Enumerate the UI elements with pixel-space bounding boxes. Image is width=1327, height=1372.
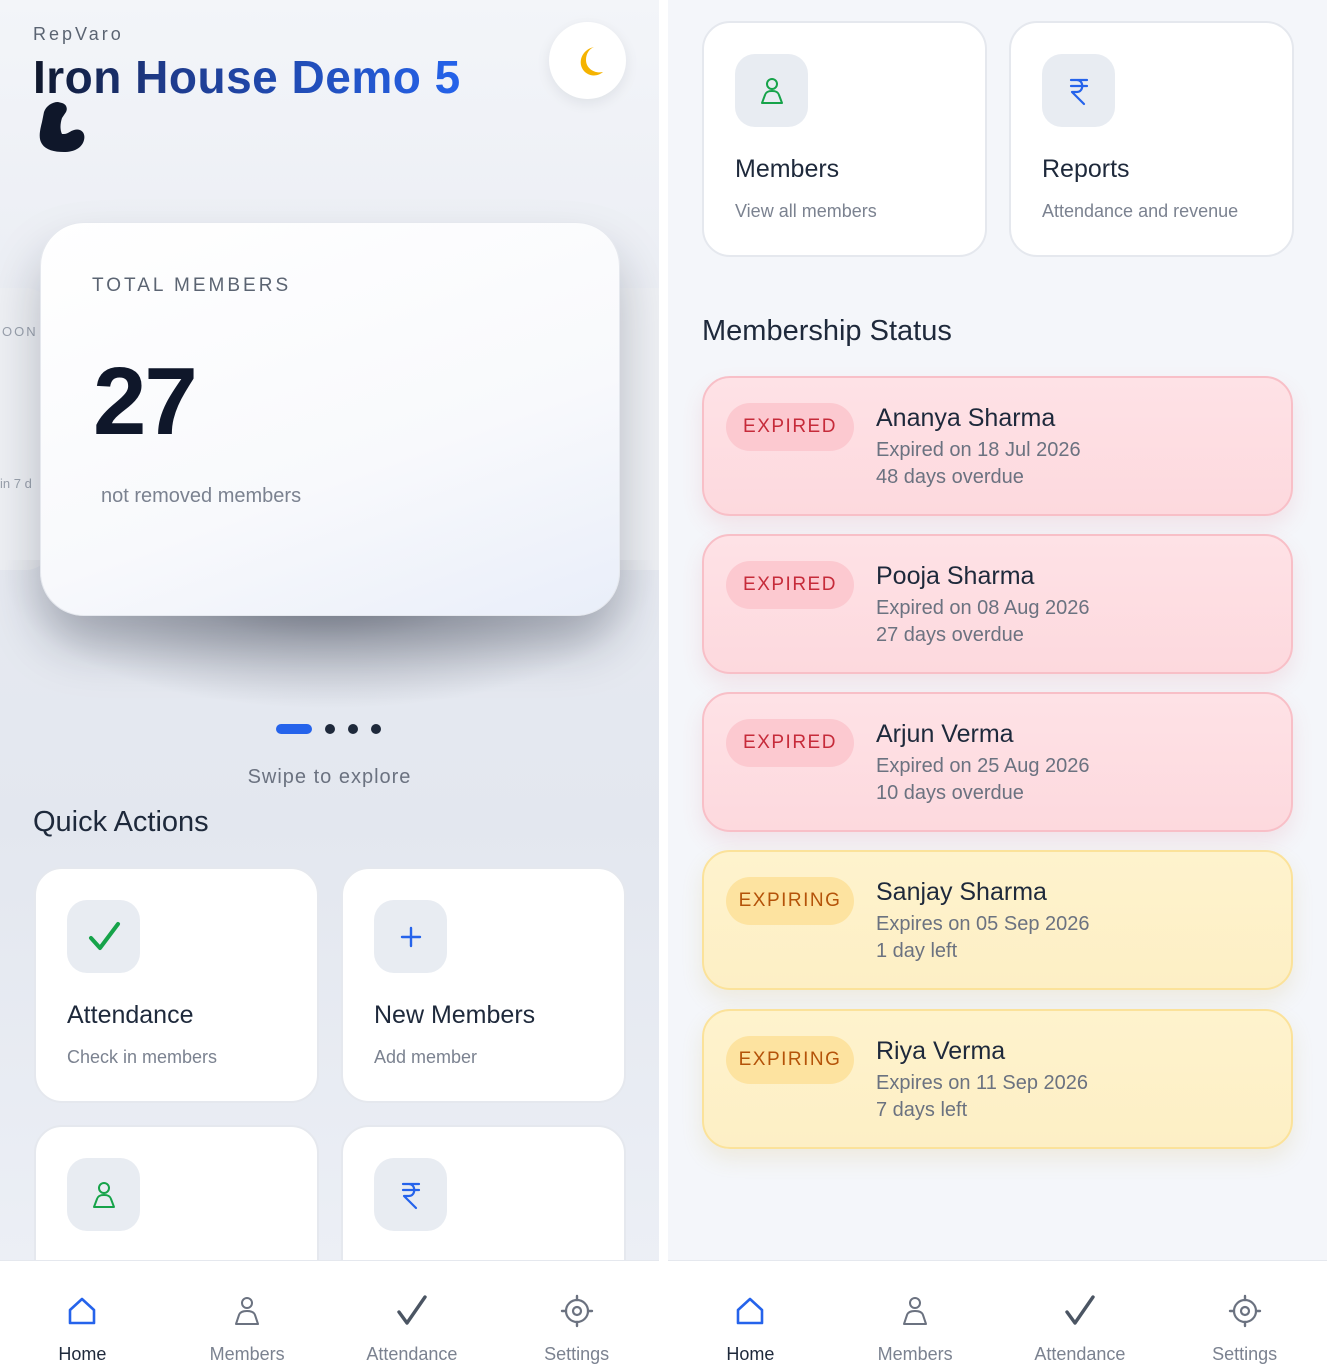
member-icon [760,77,783,104]
action-subtitle: Check in members [67,1047,218,1067]
carousel-dot-4[interactable] [371,724,381,734]
days-remaining: 48 days overdue [876,466,1024,488]
home-icon [62,1291,102,1331]
nav-label: Attendance [366,1344,458,1364]
action-icon-box [374,1158,447,1231]
nav-label: Settings [544,1344,610,1364]
membership-status-card[interactable]: EXPIRED Pooja Sharma Expired on 08 Aug 2… [702,534,1293,674]
days-remaining: 7 days left [876,1099,968,1121]
nav-label: Home [58,1344,107,1364]
membership-status-card[interactable]: EXPIRING Sanjay Sharma Expires on 05 Sep… [702,850,1293,990]
action-icon-box [735,54,808,127]
action-icon-box [1042,54,1115,127]
brand-name: RepVaro [33,24,124,44]
nav-label: Members [877,1344,953,1364]
membership-status-title: Membership Status [702,315,952,347]
quick-actions-title: Quick Actions [33,806,209,838]
carousel-pagination [276,724,381,734]
members-icon [227,1291,267,1331]
nav-settings[interactable]: Settings [494,1261,659,1372]
new-members-action-card[interactable]: New Members Add member [341,867,626,1103]
reports-action-card[interactable]: Reports Attendance and revenue [1009,21,1294,257]
action-subtitle: View all members [735,201,877,221]
flexed-biceps-icon [38,100,86,154]
theme-toggle-button[interactable] [549,22,626,99]
nav-label: Home [726,1344,775,1364]
stat-label: TOTAL MEMBERS [92,275,292,296]
membership-status-card[interactable]: EXPIRED Arjun Verma Expired on 25 Aug 20… [702,692,1293,832]
expiry-date: Expired on 18 Jul 2026 [876,439,1081,461]
nav-label: Settings [1212,1344,1278,1364]
stat-value: 27 [93,348,198,455]
member-name: Arjun Verma [876,720,1014,748]
nav-attendance[interactable]: Attendance [998,1261,1163,1372]
status-badge: EXPIRED [726,403,854,451]
total-members-card[interactable]: TOTAL MEMBERS 27 not removed members [40,222,620,616]
status-badge: EXPIRING [726,877,854,925]
rupee-icon [401,1182,420,1209]
members-action-card[interactable]: Members View all members [702,21,987,257]
status-badge: EXPIRED [726,719,854,767]
expiry-date: Expires on 05 Sep 2026 [876,913,1090,935]
action-icon-box [67,900,140,973]
peek-card-sub: in 7 d [0,476,32,491]
action-title: Attendance [67,1001,194,1029]
days-remaining: 10 days overdue [876,782,1024,804]
action-title: New Members [374,1001,536,1029]
carousel-dot-3[interactable] [348,724,358,734]
member-name: Pooja Sharma [876,562,1035,590]
moon-icon [580,46,603,75]
member-name: Ananya Sharma [876,404,1056,432]
stat-subtitle: not removed members [101,485,302,507]
nav-members[interactable]: Members [165,1261,330,1372]
bottom-navigation: Home Members Attendance Settings [0,1260,659,1372]
members-icon [895,1291,935,1331]
settings-icon [1225,1291,1265,1331]
nav-label: Members [209,1344,285,1364]
peek-card-label: OON [2,324,38,339]
expiry-date: Expires on 11 Sep 2026 [876,1072,1089,1094]
rupee-icon [1069,78,1088,105]
attendance-action-card[interactable]: Attendance Check in members [34,867,319,1103]
membership-status-card[interactable]: EXPIRING Riya Verma Expires on 11 Sep 20… [702,1009,1293,1149]
action-icon-box [67,1158,140,1231]
action-icon-box [374,900,447,973]
action-subtitle: Add member [374,1047,478,1067]
plus-icon [400,926,421,947]
member-icon [92,1181,115,1208]
nav-home[interactable]: Home [0,1261,165,1372]
nav-home[interactable]: Home [668,1261,833,1372]
nav-settings[interactable]: Settings [1162,1261,1327,1372]
home-screen-top: RepVaro Iron House Demo 5 OON in 7 d TOT… [0,0,659,1372]
attendance-icon [392,1291,432,1331]
check-icon [88,921,120,950]
bottom-navigation: Home Members Attendance Settings [668,1260,1327,1372]
attendance-icon [1060,1291,1100,1331]
days-remaining: 1 day left [876,940,958,962]
carousel-dot-1[interactable] [276,724,312,734]
member-name: Riya Verma [876,1037,1006,1065]
carousel-dot-2[interactable] [325,724,335,734]
days-remaining: 27 days overdue [876,624,1024,646]
member-name: Sanjay Sharma [876,878,1047,906]
membership-status-card[interactable]: EXPIRED Ananya Sharma Expired on 18 Jul … [702,376,1293,516]
home-icon [730,1291,770,1331]
expiry-date: Expired on 08 Aug 2026 [876,597,1090,619]
expiry-date: Expired on 25 Aug 2026 [876,755,1090,777]
swipe-hint: Swipe to explore [247,766,412,788]
status-badge: EXPIRING [726,1036,854,1084]
status-badge: EXPIRED [726,561,854,609]
action-title: Reports [1042,155,1130,183]
home-screen-scrolled: Members View all members Reports Attenda… [668,0,1327,1372]
nav-attendance[interactable]: Attendance [330,1261,495,1372]
settings-icon [557,1291,597,1331]
nav-label: Attendance [1034,1344,1126,1364]
action-subtitle: Attendance and revenue [1042,201,1239,221]
nav-members[interactable]: Members [833,1261,998,1372]
gym-name: Iron House Demo 5 [33,51,461,103]
action-title: Members [735,155,840,183]
